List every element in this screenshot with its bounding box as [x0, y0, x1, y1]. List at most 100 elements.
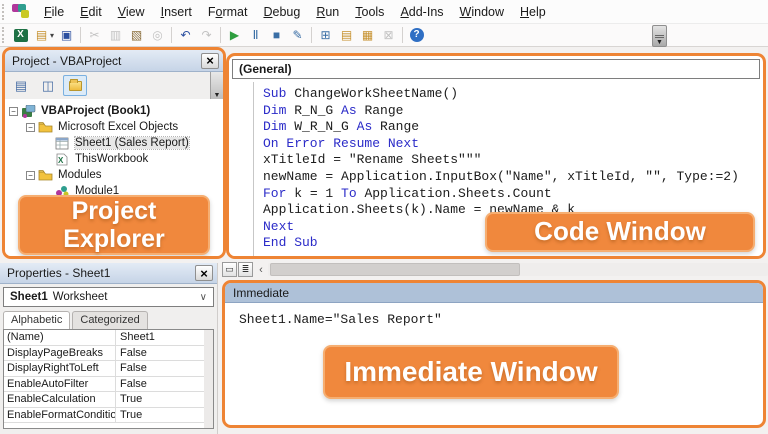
scroll-down-arrow-icon[interactable]: ▼ [656, 39, 663, 46]
properties-titlebar[interactable]: Properties - Sheet1 × [0, 263, 217, 284]
immediate-window-panel: Immediate Sheet1.Name="Sales Report" Imm… [222, 280, 766, 428]
tree-item-sheet1-sales-report[interactable]: Sheet1 (Sales Report) [9, 135, 221, 151]
property-row-enableautofilter[interactable]: EnableAutoFilter False [4, 376, 213, 392]
vba-editor-window: File Edit View Insert Format Debug Run Tools Add… [0, 0, 768, 434]
menu-help[interactable]: Help [512, 2, 554, 22]
project-explorer-icon[interactable]: ⊞ [316, 26, 335, 44]
horizontal-scrollbar-thumb[interactable] [270, 263, 520, 276]
property-value[interactable]: Sheet1 [116, 331, 159, 343]
project-title: Project - VBAProject [12, 53, 122, 68]
menu-add-ins[interactable]: Add-Ins [392, 2, 451, 22]
toolbar-separator [80, 27, 82, 43]
menu-items: File Edit View Insert Format Debug Run Tools Add… [36, 2, 554, 22]
tab-categorized[interactable]: Categorized [72, 311, 148, 329]
copy-icon[interactable]: ▥ [106, 26, 125, 44]
code-line: Dim W_R_N_G As Range [263, 119, 420, 135]
properties-tabs: Alphabetic Categorized [3, 311, 214, 329]
toolbar-separator [171, 27, 173, 43]
properties-close-button[interactable]: × [195, 265, 213, 281]
property-value[interactable]: False [116, 378, 151, 390]
insert-userform-icon[interactable]: ▤ [32, 26, 51, 44]
immediate-title: Immediate [233, 285, 290, 300]
scroll-left-arrow-icon[interactable]: ‹ [254, 263, 268, 277]
property-row-displayrighttoleft[interactable]: DisplayRightToLeft False [4, 361, 213, 377]
menu-run[interactable]: Run [308, 2, 347, 22]
menu-edit[interactable]: Edit [72, 2, 110, 22]
menu-insert[interactable]: Insert [153, 2, 200, 22]
code-vertical-scrollbar[interactable]: ▼ [652, 25, 667, 47]
property-value[interactable]: True [116, 393, 146, 405]
object-selector-dropdown[interactable]: Sheet1 Worksheet ∨ [3, 287, 214, 307]
property-value[interactable]: True [116, 409, 146, 421]
project-titlebar[interactable]: Project - VBAProject × [5, 50, 223, 72]
tree-item-vbaproject-book1[interactable]: − VBAProject (Book1) [9, 103, 221, 119]
reset-icon[interactable]: ■ [267, 26, 286, 44]
immediate-titlebar[interactable]: Immediate [225, 283, 763, 303]
scroll-down-arrow-icon[interactable]: ▼ [214, 92, 221, 99]
break-icon[interactable]: Ⅱ [246, 26, 265, 44]
object-browser-icon[interactable]: ▦ [358, 26, 377, 44]
property-row-displaypagebreaks[interactable]: DisplayPageBreaks False [4, 345, 213, 361]
tree-item-microsoft-excel-objects[interactable]: − Microsoft Excel Objects [9, 119, 221, 135]
project-close-button[interactable]: × [201, 52, 219, 69]
property-row-enablecalculation[interactable]: EnableCalculation True [4, 392, 213, 408]
menu-debug[interactable]: Debug [255, 2, 308, 22]
tree-item-label: Sheet1 (Sales Report) [74, 136, 190, 150]
view-code-icon[interactable]: ▤ [9, 75, 33, 96]
project-toolbar: ▤ ◫ ▼ [5, 72, 223, 99]
property-row-name[interactable]: (Name) Sheet1 [4, 330, 213, 346]
toolbar-grip-handle[interactable] [2, 27, 7, 43]
menu-file[interactable]: File [36, 2, 72, 22]
project-scrollbar[interactable]: ▼ [210, 72, 223, 99]
tree-item-label: Microsoft Excel Objects [58, 121, 179, 133]
property-name: DisplayRightToLeft [4, 361, 116, 376]
run-icon[interactable]: ▶ [225, 26, 244, 44]
code-editor[interactable]: Sub ChangeWorkSheetName() Dim R_N_G As Ra… [229, 82, 763, 256]
immediate-command-text: Sheet1.Name="Sales Report" [239, 312, 442, 327]
menu-bar: File Edit View Insert Format Debug Run Tools Add… [0, 0, 768, 24]
full-module-view-icon[interactable]: ≣ [238, 262, 253, 277]
properties-window-icon[interactable]: ▤ [337, 26, 356, 44]
design-mode-icon[interactable]: ✎ [288, 26, 307, 44]
view-object-icon[interactable]: ◫ [36, 75, 60, 96]
menu-format[interactable]: Format [200, 2, 256, 22]
collapse-expander-icon[interactable]: − [26, 122, 35, 132]
code-line: newName = Application.InputBox("Name", x… [263, 168, 739, 184]
tab-alphabetic[interactable]: Alphabetic [3, 311, 71, 329]
properties-table: (Name) Sheet1 DisplayPageBreaks False Displa… [3, 329, 214, 429]
save-icon[interactable]: ▣ [57, 26, 76, 44]
tree-item-modules[interactable]: − Modules [9, 167, 221, 183]
menu-view[interactable]: View [110, 2, 153, 22]
undo-icon[interactable]: ↶ [176, 26, 195, 44]
help-icon[interactable]: ? [407, 26, 426, 44]
menu-tools[interactable]: Tools [347, 2, 392, 22]
collapse-expander-icon[interactable]: − [26, 170, 35, 180]
sheet-icon [55, 137, 71, 150]
property-value[interactable]: False [116, 362, 151, 374]
find-icon[interactable]: ◎ [148, 26, 167, 44]
menu-window[interactable]: Window [452, 2, 512, 22]
property-value[interactable]: False [116, 347, 151, 359]
toolbar-separator [402, 27, 404, 43]
code-line: xTitleId = "Rename Sheets""" [263, 152, 482, 168]
code-line: On Error Resume Next [263, 135, 420, 151]
horizontal-scrollbar-track[interactable] [268, 263, 768, 276]
collapse-expander-icon[interactable]: − [9, 106, 18, 116]
toolbox-icon[interactable]: ⊠ [379, 26, 398, 44]
properties-scrollbar[interactable] [204, 330, 213, 428]
dropdown-caret-icon[interactable]: ▾ [50, 31, 54, 40]
property-row-enableformatconditions[interactable]: EnableFormatConditions True [4, 407, 213, 423]
view-excel-icon[interactable]: X [11, 26, 30, 44]
tree-item-thisworkbook[interactable]: X ThisWorkbook [9, 151, 221, 167]
immediate-window-overlay-label: Immediate Window [323, 345, 619, 399]
immediate-input[interactable]: Sheet1.Name="Sales Report" [225, 303, 763, 327]
property-name: DisplayPageBreaks [4, 345, 116, 360]
cut-icon[interactable]: ✂ [85, 26, 104, 44]
menubar-grip-handle[interactable] [2, 3, 7, 20]
redo-icon[interactable]: ↷ [197, 26, 216, 44]
paste-icon[interactable]: ▧ [127, 26, 146, 44]
procedure-view-icon[interactable]: ▭ [222, 262, 237, 277]
tree-item-label: ThisWorkbook [75, 153, 149, 165]
toggle-folders-icon[interactable] [63, 75, 87, 96]
object-dropdown[interactable]: (General) [232, 59, 760, 79]
